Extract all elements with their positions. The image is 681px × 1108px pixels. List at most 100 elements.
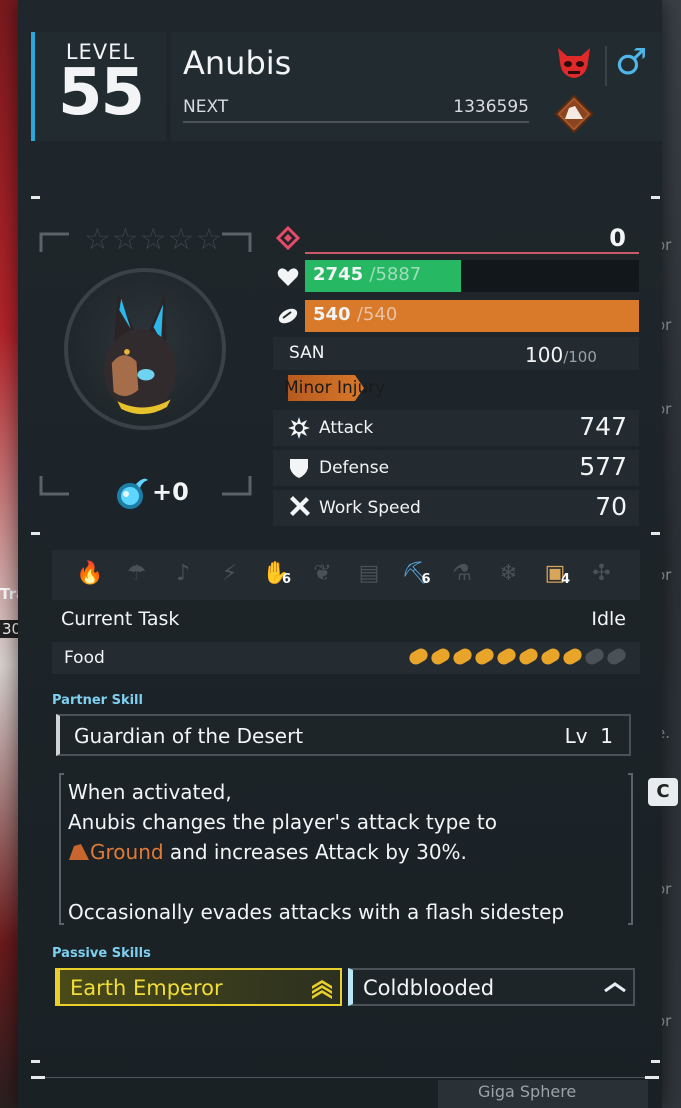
- next-exp-row: NEXT 1336595: [183, 97, 529, 123]
- ground-icon: [554, 94, 594, 134]
- frame-tick: [651, 196, 660, 199]
- attack-value: 747: [579, 412, 627, 441]
- current-task-row: Current Task Idle: [52, 602, 640, 638]
- next-label: NEXT: [183, 97, 229, 117]
- food-icon: [278, 308, 298, 324]
- san-current: 100: [525, 343, 564, 367]
- boss-icon: [558, 48, 590, 78]
- defense-value: 577: [579, 452, 627, 481]
- passive-skill-name: Earth Emperor: [70, 976, 223, 1000]
- passive-skills-heading: Passive Skills: [52, 946, 151, 961]
- trust-value: 0: [609, 224, 626, 252]
- frame-tick: [645, 1076, 659, 1079]
- defense-label: Defense: [319, 458, 390, 478]
- san-value: 100/100: [525, 343, 597, 367]
- work-level: 4: [561, 572, 571, 587]
- gender-male-icon: ♂: [605, 42, 655, 86]
- description-line: When activated,: [68, 780, 232, 804]
- work-speed-label: Work Speed: [319, 498, 421, 518]
- food-pip: [495, 646, 518, 667]
- stomach-current: 540: [313, 304, 351, 325]
- planting-icon: ♪: [175, 561, 191, 586]
- hp-text: 2745 /5887: [313, 264, 421, 285]
- positive-rank-icon: [604, 982, 626, 993]
- food-pip: [539, 646, 562, 667]
- gender-symbol: ♂: [615, 42, 648, 83]
- shield-icon: [290, 459, 308, 478]
- frame-tick: [31, 1076, 45, 1079]
- farming-icon: ✣: [592, 561, 611, 586]
- food-pip: [407, 646, 430, 667]
- passive-skill-coldblooded[interactable]: Coldblooded: [348, 968, 635, 1006]
- work-level: 6: [421, 572, 431, 587]
- stomach-text: 540 /540: [313, 304, 397, 325]
- trust-bar: [305, 252, 639, 254]
- key-hint-c: C: [648, 778, 678, 806]
- electricity-icon: ⚡: [221, 561, 238, 586]
- partner-skill-level: Lv 1: [565, 724, 613, 748]
- description-line: Occasionally evades attacks with a flash…: [68, 900, 565, 924]
- trust-icon: [276, 226, 300, 250]
- ground-element-icon: [69, 844, 89, 860]
- hotbar-item-name: Giga Sphere: [478, 1082, 577, 1101]
- hp-bar: 2745 /5887: [305, 260, 639, 292]
- partner-skill-description: When activated, Anubis changes the playe…: [58, 772, 634, 926]
- frame-tick: [31, 196, 40, 199]
- description-line: Anubis changes the player's attack type …: [68, 810, 498, 834]
- pal-portrait: [64, 268, 226, 430]
- food-pip: [605, 646, 628, 667]
- food-pip: [429, 646, 452, 667]
- watering-icon: ☂: [126, 561, 147, 586]
- food-meter: [407, 646, 628, 668]
- partner-skill-heading: Partner Skill: [52, 693, 143, 708]
- heart-icon: [277, 268, 299, 286]
- anubis-portrait-icon: [104, 292, 177, 415]
- food-pip: [451, 646, 474, 667]
- san-label: SAN: [289, 343, 325, 363]
- gathering-icon: ❦: [313, 561, 332, 586]
- soul-condense-icon: [117, 478, 148, 509]
- status-text: Minor Injury: [284, 378, 386, 398]
- name-box: Anubis NEXT 1336595 ♂: [171, 32, 662, 141]
- food-pip: [473, 646, 496, 667]
- stomach-max: /540: [356, 304, 398, 325]
- pal-name: Anubis: [183, 44, 292, 82]
- next-exp-value: 1336595: [453, 97, 529, 117]
- frame-tick: [651, 1060, 660, 1063]
- hp-current: 2745: [313, 264, 364, 285]
- medicine-icon: ⚗: [452, 561, 472, 586]
- legendary-rank-icon: [312, 980, 332, 999]
- level-value: 55: [57, 56, 145, 130]
- ground-element-text: Ground: [90, 840, 164, 864]
- food-pip: [583, 646, 606, 667]
- attack-label: Attack: [319, 418, 374, 438]
- food-pip: [517, 646, 540, 667]
- passive-skill-name: Coldblooded: [363, 976, 495, 1000]
- current-task-value: Idle: [591, 608, 626, 630]
- passive-skill-earth-emperor[interactable]: Earth Emperor: [55, 968, 342, 1006]
- level-box: LEVEL 55: [31, 32, 166, 141]
- rarity-stars: ☆☆☆☆☆: [84, 222, 224, 257]
- san-max: /100: [563, 348, 597, 366]
- kindling-icon: 🔥: [76, 561, 104, 586]
- work-speed-icon: [290, 496, 310, 516]
- description-line: Ground and increases Attack by 30%.: [68, 840, 467, 864]
- work-suitability-row: 🔥 ☂ ♪ ⚡ ✋ 6 ❦ ▤ ⛏ 6 ⚗ ❄ ▣ 4 ✣: [52, 550, 640, 600]
- partner-skill-name: Guardian of the Desert: [74, 724, 304, 748]
- description-text: and increases Attack by 30%.: [163, 840, 467, 864]
- attack-icon: [288, 417, 310, 439]
- work-speed-value: 70: [595, 492, 627, 521]
- hotbar-slot: Giga Sphere: [438, 1080, 648, 1108]
- food-pip: [561, 646, 584, 667]
- condense-value: +0: [152, 478, 189, 506]
- cooling-icon: ❄: [499, 561, 518, 586]
- frame-tick: [651, 532, 660, 535]
- lv-value: 1: [600, 724, 613, 748]
- partner-skill-box[interactable]: Guardian of the Desert Lv 1: [56, 714, 631, 756]
- defense-row: Defense 577: [273, 450, 639, 486]
- food-row: Food: [52, 642, 640, 674]
- work-level: 6: [282, 572, 292, 587]
- hp-max: /5887: [369, 264, 422, 285]
- work-speed-row: Work Speed 70: [273, 490, 639, 526]
- food-label: Food: [64, 648, 105, 668]
